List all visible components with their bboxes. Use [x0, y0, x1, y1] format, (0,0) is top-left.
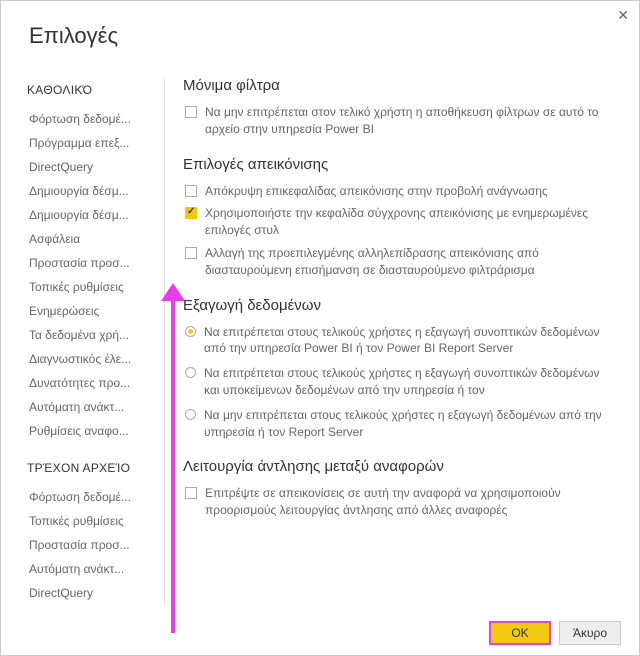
nav-scripting-2[interactable]: Δημιουργία δέσμ... — [27, 203, 145, 227]
sidebar-section-current: ΤΡΈΧΟΝ ΑΡΧΕΊΟ — [27, 461, 159, 475]
nav-directquery[interactable]: DirectQuery — [27, 155, 145, 179]
nav-autorecover[interactable]: Αυτόματη ανάκτ... — [27, 395, 145, 419]
nav-diagnostics[interactable]: Διαγνωστικός έλε... — [27, 347, 145, 371]
dialog-content: ΚΑΘΟΛΙΚΌ Φόρτωση δεδομέ... Πρόγραμμα επε… — [1, 65, 639, 611]
nav-cf-autorecover[interactable]: Αυτόματη ανάκτ... — [27, 557, 145, 581]
nav-security[interactable]: Ασφάλεια — [27, 227, 145, 251]
check-label: Απόκρυψη επικεφαλίδας απεικόνισης στην π… — [205, 183, 548, 200]
checkbox-unchecked-icon — [185, 247, 197, 259]
dialog-title: Επιλογές — [1, 1, 639, 49]
radio-export-none[interactable]: Να μην επιτρέπεται στους τελικούς χρήστε… — [183, 407, 617, 441]
checkbox-checked-icon — [185, 207, 197, 219]
close-icon[interactable]: ✕ — [617, 7, 629, 24]
group-persistent-filters-title: Μόνιμα φίλτρα — [183, 77, 617, 94]
group-export-data-title: Εξαγωγή δεδομένων — [183, 297, 617, 314]
nav-privacy[interactable]: Προστασία προσ... — [27, 251, 145, 275]
check-label: Χρησιμοποιήστε την κεφαλίδα σύγχρονης απ… — [205, 205, 617, 239]
radio-export-all[interactable]: Να επιτρέπεται στους τελικούς χρήστες η … — [183, 365, 617, 399]
cancel-button[interactable]: Άκυρο — [559, 621, 621, 645]
check-modern-visual-header[interactable]: Χρησιμοποιήστε την κεφαλίδα σύγχρονης απ… — [183, 205, 617, 239]
sidebar-section-global: ΚΑΘΟΛΙΚΌ — [27, 83, 159, 97]
main-panel: Μόνιμα φίλτρα Να μην επιτρέπεται στον τε… — [159, 65, 639, 611]
options-dialog: ✕ Επιλογές ΚΑΘΟΛΙΚΌ Φόρτωση δεδομέ... Πρ… — [0, 0, 640, 656]
nav-data-load[interactable]: Φόρτωση δεδομέ... — [27, 107, 145, 131]
nav-cf-regional[interactable]: Τοπικές ρυθμίσεις — [27, 509, 145, 533]
nav-cf-directquery[interactable]: DirectQuery — [27, 581, 145, 605]
check-hide-visual-header[interactable]: Απόκρυψη επικεφαλίδας απεικόνισης στην π… — [183, 183, 617, 200]
check-cross-filter[interactable]: Αλλαγή της προεπιλεγμένης αλληλεπίδρασης… — [183, 245, 617, 279]
radio-icon — [185, 409, 196, 420]
check-cross-report-drill[interactable]: Επιτρέψτε σε απεικονίσεις σε αυτή την αν… — [183, 485, 617, 519]
check-label: Να μην επιτρέπεται στον τελικό χρήστη η … — [205, 104, 617, 138]
radio-selected-icon — [185, 326, 196, 337]
radio-label: Να μην επιτρέπεται στους τελικούς χρήστε… — [204, 407, 617, 441]
radio-icon — [185, 367, 196, 378]
nav-cf-privacy[interactable]: Προστασία προσ... — [27, 533, 145, 557]
nav-regional[interactable]: Τοπικές ρυθμίσεις — [27, 275, 145, 299]
check-label: Αλλαγή της προεπιλεγμένης αλληλεπίδρασης… — [205, 245, 617, 279]
check-label: Επιτρέψτε σε απεικονίσεις σε αυτή την αν… — [205, 485, 617, 519]
sidebar: ΚΑΘΟΛΙΚΌ Φόρτωση δεδομέ... Πρόγραμμα επε… — [1, 65, 159, 611]
nav-updates[interactable]: Ενημερώσεις — [27, 299, 145, 323]
group-visual-options-title: Επιλογές απεικόνισης — [183, 156, 617, 173]
nav-cf-query-reduction[interactable]: Μείωση ερωτημ... — [27, 605, 145, 611]
nav-usage-data[interactable]: Τα δεδομένα χρή... — [27, 323, 145, 347]
nav-cf-data-load[interactable]: Φόρτωση δεδομέ... — [27, 485, 145, 509]
group-cross-report-drill-title: Λειτουργία άντλησης μεταξύ αναφορών — [183, 458, 617, 475]
ok-button[interactable]: OK — [489, 621, 551, 645]
checkbox-unchecked-icon — [185, 487, 197, 499]
dialog-footer: OK Άκυρο — [489, 621, 621, 645]
checkbox-unchecked-icon — [185, 106, 197, 118]
nav-editor[interactable]: Πρόγραμμα επεξ... — [27, 131, 145, 155]
nav-report-settings-g[interactable]: Ρυθμίσεις αναφο... — [27, 419, 145, 443]
nav-scripting-1[interactable]: Δημιουργία δέσμ... — [27, 179, 145, 203]
nav-preview[interactable]: Δυνατότητες προ... — [27, 371, 145, 395]
checkbox-unchecked-icon — [185, 185, 197, 197]
radio-label: Να επιτρέπεται στους τελικούς χρήστες η … — [204, 365, 617, 399]
radio-export-summary[interactable]: Να επιτρέπεται στους τελικούς χρήστες η … — [183, 324, 617, 358]
radio-label: Να επιτρέπεται στους τελικούς χρήστες η … — [204, 324, 617, 358]
check-persistent-filters[interactable]: Να μην επιτρέπεται στον τελικό χρήστη η … — [183, 104, 617, 138]
